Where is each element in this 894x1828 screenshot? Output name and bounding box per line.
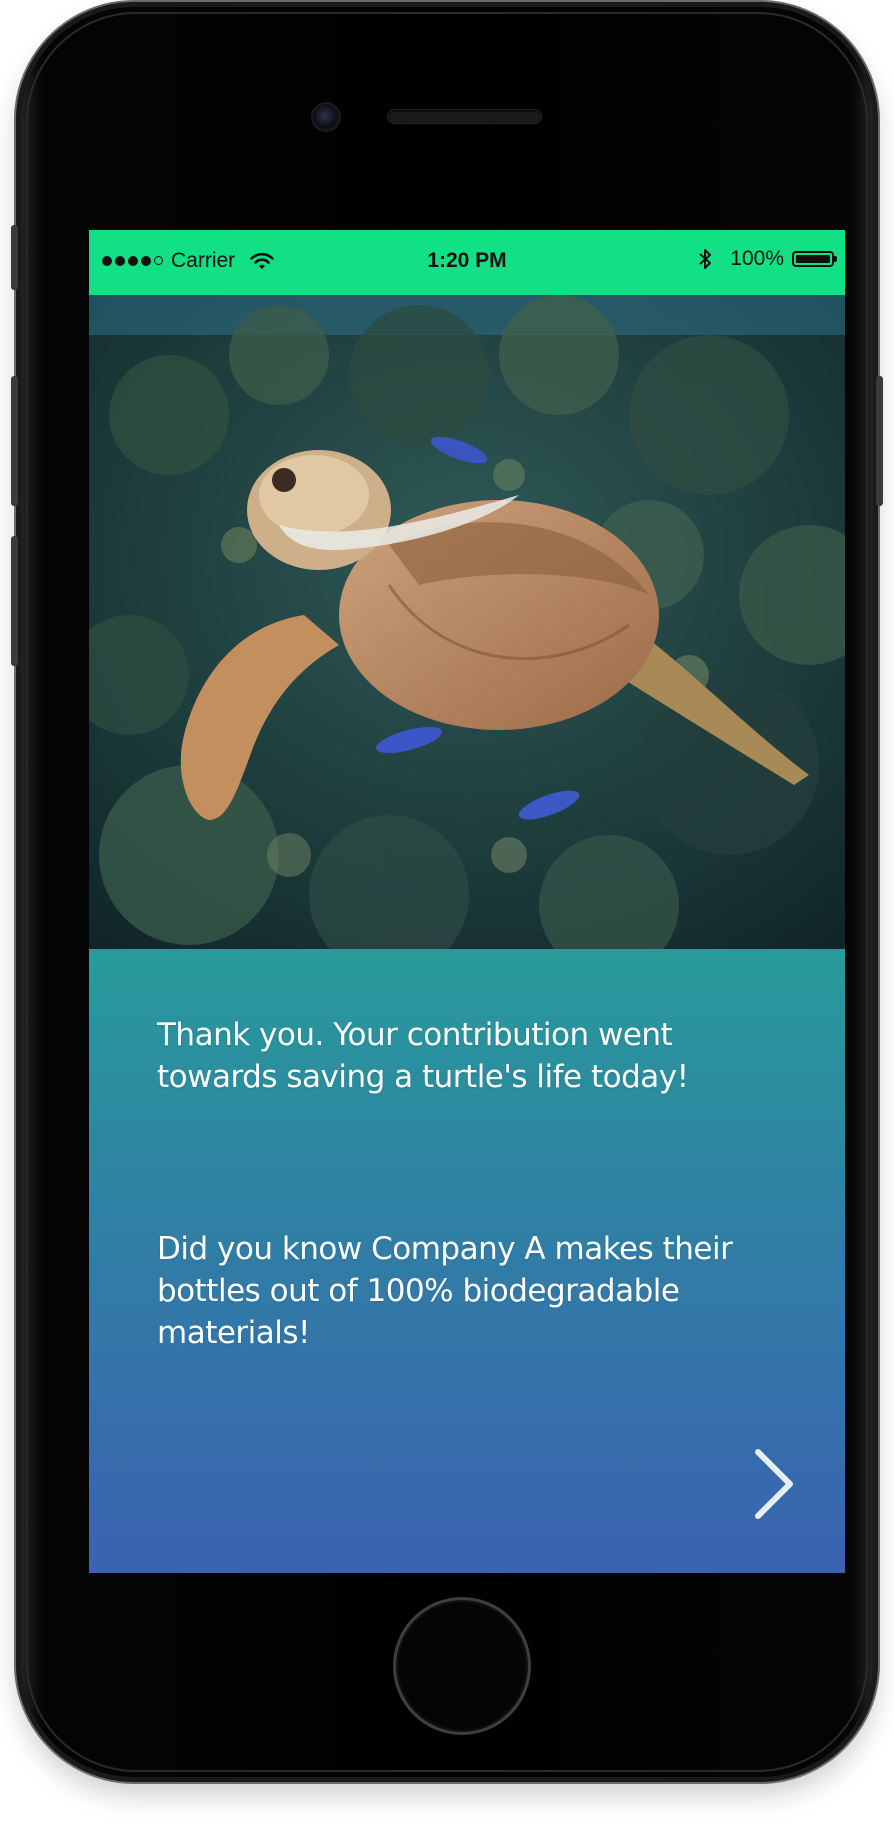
- battery-fill: [796, 255, 830, 263]
- chevron-right-icon: [755, 1449, 793, 1519]
- power-button[interactable]: [876, 376, 883, 506]
- status-right: 100%: [698, 247, 837, 271]
- message-panel: Thank you. Your contribution went toward…: [89, 949, 845, 1573]
- thank-you-message: Thank you. Your contribution went toward…: [157, 1017, 689, 1095]
- earpiece-speaker: [388, 110, 541, 123]
- bluetooth-icon: [699, 249, 712, 269]
- sea-turtle-photo: [89, 295, 845, 949]
- home-button[interactable]: [396, 1600, 528, 1732]
- front-camera: [313, 104, 339, 130]
- battery-percent: 100%: [730, 247, 784, 270]
- battery-icon: [792, 251, 837, 267]
- carrier-label: Carrier: [171, 249, 236, 272]
- signal-strength-icon: [102, 256, 163, 266]
- status-time: 1:20 PM: [427, 249, 507, 272]
- volume-up-button[interactable]: [11, 376, 18, 506]
- status-bar: Carrier 1:20 PM 100%: [89, 230, 845, 295]
- status-left: Carrier: [102, 249, 275, 273]
- wifi-icon: [250, 252, 274, 269]
- volume-down-button[interactable]: [11, 536, 18, 666]
- silent-switch[interactable]: [11, 225, 18, 290]
- company-fact: Did you know Company A makes their bottl…: [157, 1231, 733, 1351]
- phone-frame: Carrier 1:20 PM 100% Thank you. Your con…: [16, 2, 878, 1782]
- next-button[interactable]: [739, 1439, 809, 1529]
- app-screen: Carrier 1:20 PM 100% Thank you. Your con…: [89, 230, 845, 1573]
